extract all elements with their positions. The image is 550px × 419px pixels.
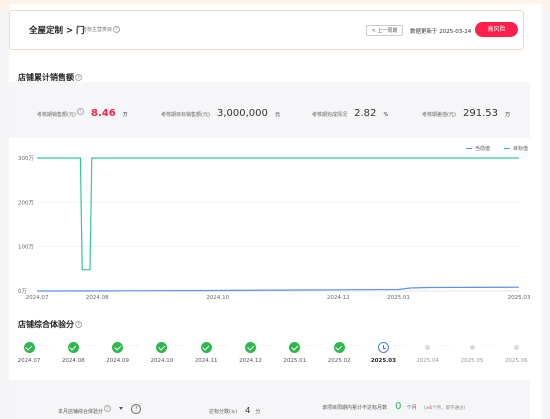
owner-label-text: 考核主营类目	[82, 27, 113, 33]
month-label: 2024.09	[106, 358, 129, 364]
pending-dot-icon	[469, 344, 475, 350]
x-tick-label: 2025.03	[508, 295, 531, 301]
timeline-connector: ·····	[127, 343, 141, 349]
month-label: 2025.04	[416, 358, 440, 364]
failed-months-note: (≥6个月，即不通过)	[424, 406, 466, 411]
month-label: 2025.03	[370, 358, 396, 364]
month-label: 2025.05	[460, 358, 484, 364]
score-summary-panel: 本月店铺综合体验分? ? 达标分数(≥) 4 分 该项目周期内累计不达标月数 0…	[9, 380, 530, 419]
metric-sales: 考核期销售额(元)? 8.46 万	[37, 101, 128, 120]
y-tick-label: 100万	[18, 244, 34, 251]
timeline-connector: ·····	[393, 343, 407, 349]
timeline-connector: ·····	[482, 343, 495, 349]
month-label: 2024.12	[239, 358, 262, 364]
sales-metrics-panel: 考核期销售额(元)? 8.46 万 考核期目标销售额(元) 3,000,000 …	[9, 82, 530, 138]
clock-icon	[377, 341, 389, 353]
metric-unit: 元	[275, 112, 281, 118]
category-breadcrumb: 全屋定制 > 门	[29, 26, 85, 36]
x-tick-label: 2024.12	[327, 295, 350, 301]
owner-label: 考核主营类目?	[82, 26, 121, 33]
help-icon[interactable]: ?	[104, 405, 112, 412]
metric-value: 2.82	[354, 108, 377, 119]
month-label: 2025.02	[327, 358, 351, 364]
this-month-score[interactable]: 本月店铺综合体验分? ?	[58, 398, 142, 417]
sales-section-title-text: 店铺累计销售额	[18, 73, 74, 82]
high-risk-button[interactable]: 高风险	[475, 22, 518, 37]
metric-label: 考核期目标销售额(元)	[161, 112, 210, 118]
check-circle-icon	[333, 341, 345, 353]
y-tick-label: 300万	[18, 155, 34, 162]
standard-score: 达标分数(≥) 4 分	[209, 398, 260, 417]
failed-months-value: 0	[395, 401, 402, 412]
metric-completion: 考核期完成情况 2.82 %	[312, 101, 388, 120]
check-circle-icon	[112, 341, 124, 353]
metric-value: 8.46	[91, 108, 116, 119]
data-updated-time: 数据更新于 2025-03-24	[410, 29, 472, 35]
failed-months: 该项目周期内累计不达标月数 0 个月 (≥6个月，即不通过)	[322, 394, 465, 413]
check-circle-icon	[245, 341, 256, 353]
check-circle-icon	[67, 341, 79, 353]
metric-value: 3,000,000	[217, 108, 268, 119]
help-icon[interactable]: ?	[76, 108, 84, 115]
timeline-connector: ·····	[349, 343, 363, 349]
timeline-connector: ·····	[216, 343, 230, 349]
pending-dot-icon	[425, 344, 431, 350]
standard-score-value: 4	[245, 406, 251, 415]
check-circle-icon	[156, 341, 168, 353]
category-header: 全屋定制 > 门 考核主营类目? < 上一周期 数据更新于 2025-03-24…	[9, 10, 524, 50]
timeline-connector: ·····	[437, 343, 451, 349]
failed-note-suffix: 个月，即不通过)	[432, 406, 466, 411]
metric-unit: %	[383, 112, 389, 118]
metric-label: 考核期完成情况	[312, 112, 348, 118]
check-circle-icon	[200, 341, 212, 353]
sales-line-chart: 0万 100万 200万 300万 2024.07 2024.08 2024.10 2024.…	[18, 155, 531, 301]
month-label: 2025.01	[283, 358, 307, 364]
help-icon[interactable]: ?	[75, 74, 82, 81]
month-label: 2024.08	[61, 358, 85, 364]
help-icon[interactable]: ?	[75, 321, 82, 328]
metric-unit: 万	[505, 112, 511, 118]
metric-label: 考核期差值(元)	[422, 112, 456, 118]
previous-period-button[interactable]: < 上一周期	[366, 25, 403, 36]
check-circle-icon	[23, 341, 35, 353]
pending-dot-icon	[513, 344, 519, 350]
month-label: 2025.06	[504, 358, 528, 364]
standard-score-unit: 分	[255, 409, 261, 415]
failed-months-label: 该项目周期内累计不达标月数	[322, 405, 388, 411]
metric-value: 291.53	[463, 108, 498, 119]
x-tick-label: 2024.08	[86, 295, 109, 301]
y-tick-label: 0万	[18, 288, 27, 295]
score-section-title-text: 店铺综合体验分	[18, 320, 74, 329]
check-circle-icon	[289, 341, 301, 353]
timeline-connector: ·····	[83, 343, 97, 349]
x-tick-label: 2024.07	[26, 295, 49, 301]
series-line	[36, 286, 520, 292]
series-line	[37, 157, 519, 271]
timeline-connector: ·····	[171, 343, 185, 349]
month-label: 2024.11	[194, 358, 218, 364]
caret-down-icon[interactable]	[119, 407, 124, 410]
metric-unit: 万	[122, 112, 128, 118]
month-label: 2024.07	[17, 358, 41, 364]
standard-score-label: 达标分数(≥)	[209, 409, 238, 415]
x-tick-label: 2024.10	[206, 295, 229, 301]
failed-months-unit: 个月	[406, 405, 417, 411]
help-icon[interactable]: ?	[131, 403, 142, 414]
this-month-score-label: 本月店铺综合体验分	[58, 409, 104, 415]
help-icon[interactable]: ?	[113, 26, 121, 33]
month-label: 2024.10	[150, 358, 174, 364]
x-tick-label: 2025.01	[387, 295, 410, 301]
timeline-connector: ·····	[304, 343, 318, 349]
y-tick-label: 200万	[18, 199, 34, 206]
metric-label: 考核期销售额(元)	[37, 112, 76, 118]
metric-target: 考核期目标销售额(元) 3,000,000 元	[161, 101, 280, 120]
monthly-score-timeline: 2024.07 ····· 2024.08 ····· 2024.09 ····· 2024…	[0, 340, 550, 370]
score-section-title: 店铺综合体验分?	[18, 319, 82, 330]
timeline-connector: ·····	[39, 343, 52, 349]
timeline-connector: ·····	[260, 343, 274, 349]
metric-gap: 考核期差值(元) 291.53 万	[422, 101, 510, 120]
